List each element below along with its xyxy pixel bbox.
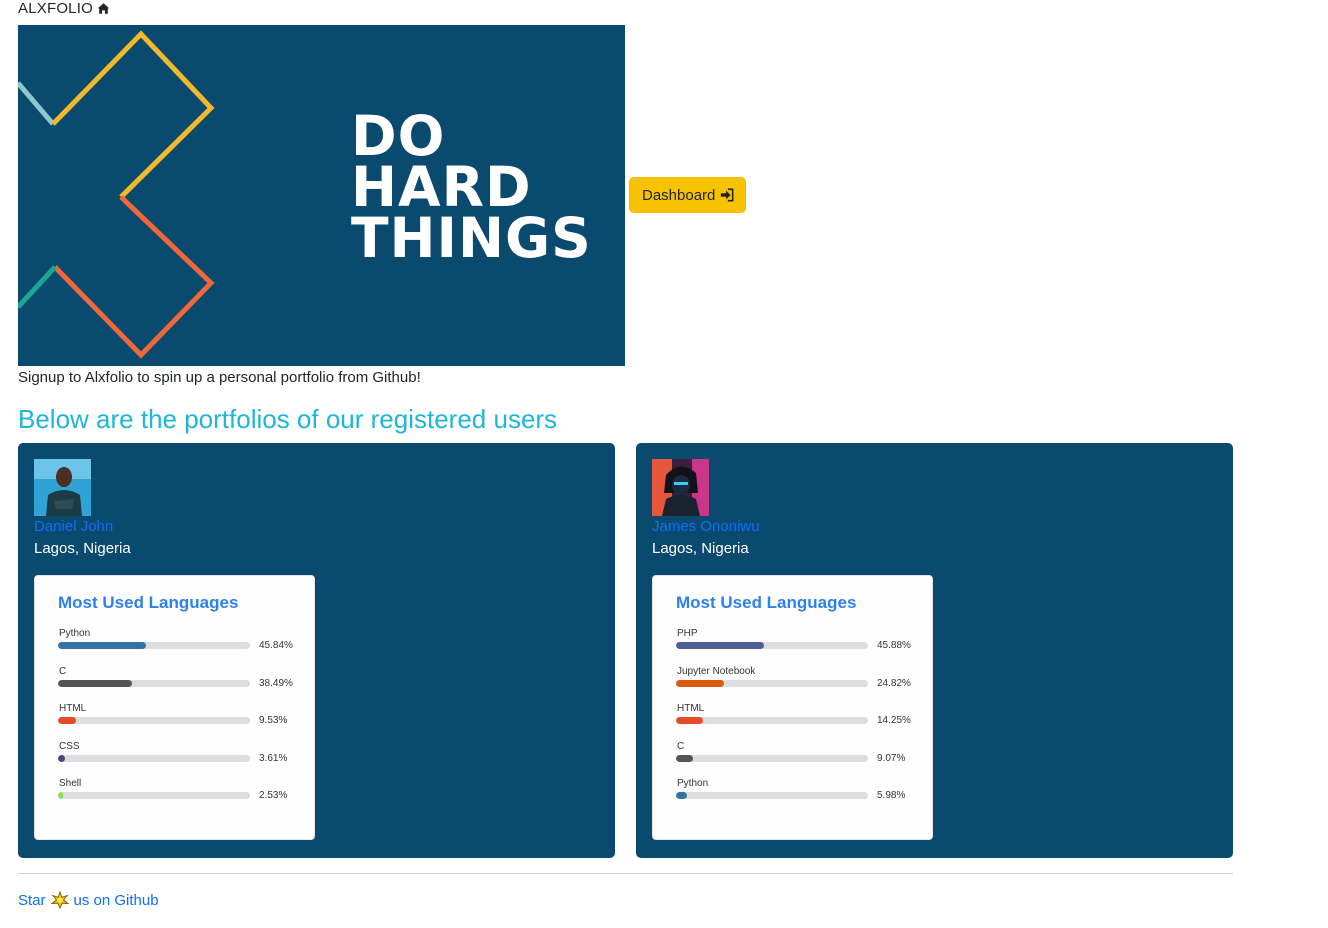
- language-name: Python: [677, 778, 709, 789]
- language-row: PHP 45.88%: [676, 628, 916, 658]
- languages-card-title: Most Used Languages: [676, 593, 857, 612]
- language-percent: 3.61%: [259, 752, 288, 764]
- languages-card-title: Most Used Languages: [58, 593, 239, 612]
- language-row: CSS 3.61%: [58, 741, 298, 771]
- language-row: C 38.49%: [58, 666, 298, 696]
- language-percent: 2.53%: [259, 790, 288, 801]
- language-percent: 9.53%: [259, 715, 288, 726]
- user-portfolio-card: Daniel John Lagos, Nigeria Most Used Lan…: [18, 443, 615, 858]
- language-name: CSS: [59, 740, 80, 752]
- language-name: Shell: [59, 778, 82, 789]
- language-name: Python: [59, 628, 91, 639]
- language-progress-track: [58, 717, 250, 724]
- avatar: [652, 459, 709, 516]
- section-heading: Below are the portfolios of our register…: [18, 404, 558, 434]
- divider: [18, 873, 1233, 874]
- language-row: Python 5.98%: [676, 778, 916, 808]
- language-progress-fill: [58, 679, 132, 687]
- languages-card: Most Used Languages PHP 45.88% Jupyter Not…: [652, 575, 933, 840]
- language-row: Jupyter Notebook 24.82%: [676, 666, 916, 696]
- hero-banner: DO HARD THINGS: [18, 25, 625, 366]
- language-progress-fill: [676, 642, 765, 649]
- language-progress-track: [58, 754, 250, 762]
- language-progress-track: [676, 717, 868, 724]
- dashboard-button[interactable]: Dashboard: [629, 177, 747, 213]
- language-progress-fill: [676, 679, 724, 687]
- hero-slogan: DO HARD THINGS: [351, 109, 592, 270]
- avatar: [34, 459, 91, 516]
- language-progress-track: [58, 792, 250, 799]
- language-percent: 38.49%: [259, 677, 293, 689]
- language-progress-fill: [676, 754, 694, 762]
- language-percent: 45.84%: [259, 640, 293, 651]
- language-row: HTML 14.25%: [676, 703, 916, 733]
- language-name: HTML: [677, 703, 705, 714]
- language-progress-fill: [58, 792, 63, 799]
- language-name: C: [677, 740, 685, 752]
- language-progress-track: [676, 792, 868, 799]
- language-percent: 14.25%: [877, 715, 911, 726]
- language-name: PHP: [677, 628, 698, 639]
- language-percent: 9.07%: [877, 752, 906, 764]
- brand-title[interactable]: ALXFOLIO: [18, 0, 93, 17]
- github-star-link[interactable]: Star us on Github: [18, 891, 159, 909]
- language-name: HTML: [59, 703, 87, 714]
- user-location: Lagos, Nigeria: [34, 540, 131, 557]
- star-icon: [50, 891, 69, 909]
- hero-line: THINGS: [351, 206, 592, 270]
- dashboard-button-label: Dashboard: [642, 186, 716, 204]
- language-progress-fill: [58, 717, 77, 724]
- language-percent: 45.88%: [877, 640, 911, 651]
- user-name-link[interactable]: James Ononiwu: [652, 518, 760, 535]
- language-progress-track: [676, 754, 868, 762]
- footer-suffix: us on Github: [73, 891, 159, 909]
- language-name: C: [59, 665, 67, 677]
- language-progress-fill: [676, 792, 688, 799]
- brand[interactable]: ALXFOLIO: [18, 0, 110, 17]
- language-row: HTML 9.53%: [58, 703, 298, 733]
- user-location: Lagos, Nigeria: [652, 540, 749, 557]
- user-portfolio-card: James Ononiwu Lagos, Nigeria Most Used L…: [636, 443, 1233, 858]
- footer-prefix: Star: [18, 891, 46, 909]
- language-progress-track: [676, 642, 868, 649]
- language-progress-fill: [58, 754, 65, 762]
- home-icon: [97, 3, 110, 14]
- language-progress-track: [676, 679, 868, 687]
- language-progress-fill: [676, 717, 704, 724]
- language-name: Jupyter Notebook: [677, 665, 756, 677]
- language-row: C 9.07%: [676, 741, 916, 771]
- languages-card: Most Used Languages Python 45.84% C 38.49% H…: [34, 575, 315, 840]
- language-row: Shell 2.53%: [58, 778, 298, 808]
- language-row: Python 45.84%: [58, 628, 298, 658]
- language-progress-track: [58, 642, 250, 649]
- user-name-link[interactable]: Daniel John: [34, 518, 113, 535]
- language-progress-fill: [58, 642, 146, 649]
- language-percent: 5.98%: [877, 790, 906, 801]
- language-percent: 24.82%: [877, 677, 911, 689]
- signup-text: Signup to Alxfolio to spin up a personal…: [18, 369, 421, 386]
- language-progress-track: [58, 679, 250, 687]
- sign-in-icon: [721, 188, 734, 202]
